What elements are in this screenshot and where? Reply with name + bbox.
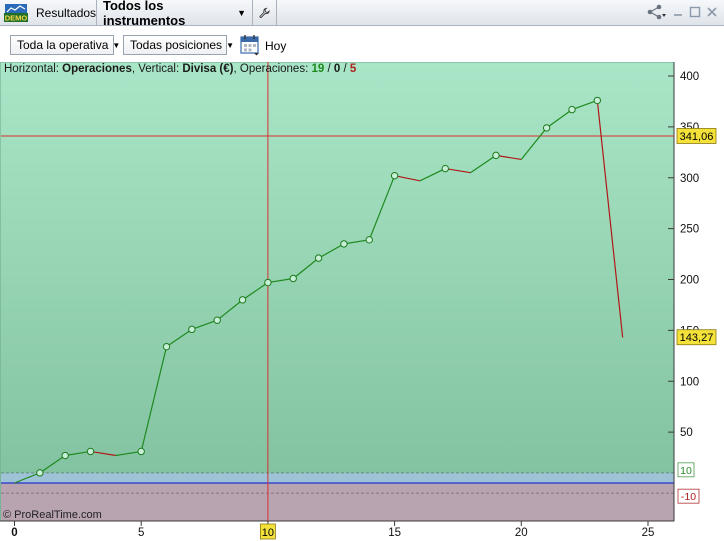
- trade-point[interactable]: [162, 342, 171, 351]
- hoy-label[interactable]: Hoy: [265, 39, 286, 53]
- copyright-text: © ProRealTime.com: [3, 509, 102, 521]
- caret-down-icon: ▼: [237, 8, 246, 18]
- caret-down-icon: ▼: [112, 40, 121, 50]
- window-titlebar: DEMO Resultados Todos los instrumentos ▼: [0, 0, 724, 28]
- caret-down-icon: ▼: [226, 40, 234, 50]
- tab-resultados[interactable]: Resultados: [30, 0, 97, 26]
- share-icon[interactable]: [646, 4, 666, 20]
- y-tick-label: 50: [680, 427, 693, 439]
- minimize-icon[interactable]: [672, 6, 684, 18]
- operations-label: , Operaciones:: [233, 63, 312, 75]
- y-tick-label: 300: [680, 173, 699, 185]
- plot-background: [0, 62, 675, 522]
- trade-point[interactable]: [365, 236, 373, 244]
- horizontal-value: Operaciones: [62, 63, 132, 75]
- last-value-label: 143,27: [680, 332, 714, 344]
- x-tick-label: 25: [642, 527, 655, 539]
- posiciones-dropdown[interactable]: Todas posiciones ▼: [123, 35, 234, 55]
- instrument-selector-label: Todos los instrumentos: [103, 0, 186, 28]
- x-tick-label: 15: [388, 527, 401, 539]
- trade-point[interactable]: [568, 105, 576, 114]
- operations-separator: /: [324, 63, 334, 75]
- x-tick-label: 0: [11, 527, 17, 539]
- trade-point[interactable]: [61, 451, 69, 460]
- x-axis: 0 5 15 20 25: [0, 520, 674, 539]
- operations-separator: /: [340, 63, 350, 75]
- posiciones-dropdown-label: Todas posiciones: [130, 38, 223, 52]
- chart-header: Horizontal: Operaciones, Vertical: Divis…: [4, 63, 356, 75]
- settings-button[interactable]: [253, 0, 277, 26]
- close-icon[interactable]: [706, 6, 718, 18]
- trade-point[interactable]: [390, 172, 399, 180]
- demo-logo-icon: DEMO: [4, 4, 28, 22]
- trade-point[interactable]: [36, 469, 44, 477]
- trade-point[interactable]: [86, 447, 95, 456]
- operations-losses: 5: [349, 63, 357, 75]
- trade-point[interactable]: [238, 296, 247, 304]
- trade-point[interactable]: [593, 96, 602, 105]
- results-toolbar: Toda la operativa ▼ Todas posiciones ▼ H…: [0, 26, 724, 62]
- x-tick-label: 20: [515, 527, 528, 539]
- y-tick-label: 400: [680, 71, 699, 83]
- maximize-icon[interactable]: [689, 6, 701, 18]
- trade-point[interactable]: [340, 240, 348, 248]
- trade-point[interactable]: [314, 254, 323, 262]
- calendar-icon[interactable]: [240, 34, 260, 56]
- trade-point[interactable]: [492, 151, 500, 160]
- trade-point[interactable]: [441, 164, 449, 173]
- horizontal-label: Horizontal:: [4, 63, 63, 75]
- trade-point[interactable]: [188, 325, 196, 334]
- vertical-label: , Vertical:: [131, 63, 183, 75]
- y-tick-label: 250: [680, 224, 699, 236]
- y-tick-label: 200: [680, 275, 699, 287]
- band-upper-zone: [1, 472, 674, 483]
- operativa-dropdown[interactable]: Toda la operativa ▼: [10, 35, 120, 55]
- band-lower-zone: [1, 483, 674, 521]
- band-lower-label: -10: [681, 491, 696, 503]
- x-tick-label: 5: [138, 527, 144, 539]
- y-tick-label: 100: [680, 376, 699, 388]
- equity-chart[interactable]: 50100150200250300350400 05152025 341,06 …: [0, 62, 724, 541]
- crosshair-value-label: 341,06: [680, 131, 714, 143]
- tab-resultados-label: Resultados: [36, 6, 97, 20]
- trade-point[interactable]: [264, 278, 272, 287]
- instrument-selector[interactable]: Todos los instrumentos ▼: [97, 0, 253, 28]
- trade-point[interactable]: [137, 447, 145, 456]
- vertical-value: Divisa (€): [182, 63, 234, 75]
- trade-point[interactable]: [213, 316, 221, 324]
- wrench-icon: [259, 7, 270, 18]
- trade-point[interactable]: [289, 274, 297, 283]
- demo-logo-text: DEMO: [5, 14, 28, 23]
- crosshair-x-label: 10: [262, 527, 274, 539]
- operations-total: 19: [311, 63, 325, 75]
- trade-point[interactable]: [542, 124, 551, 132]
- operativa-dropdown-label: Toda la operativa: [17, 38, 109, 52]
- band-upper-label: 10: [680, 465, 692, 477]
